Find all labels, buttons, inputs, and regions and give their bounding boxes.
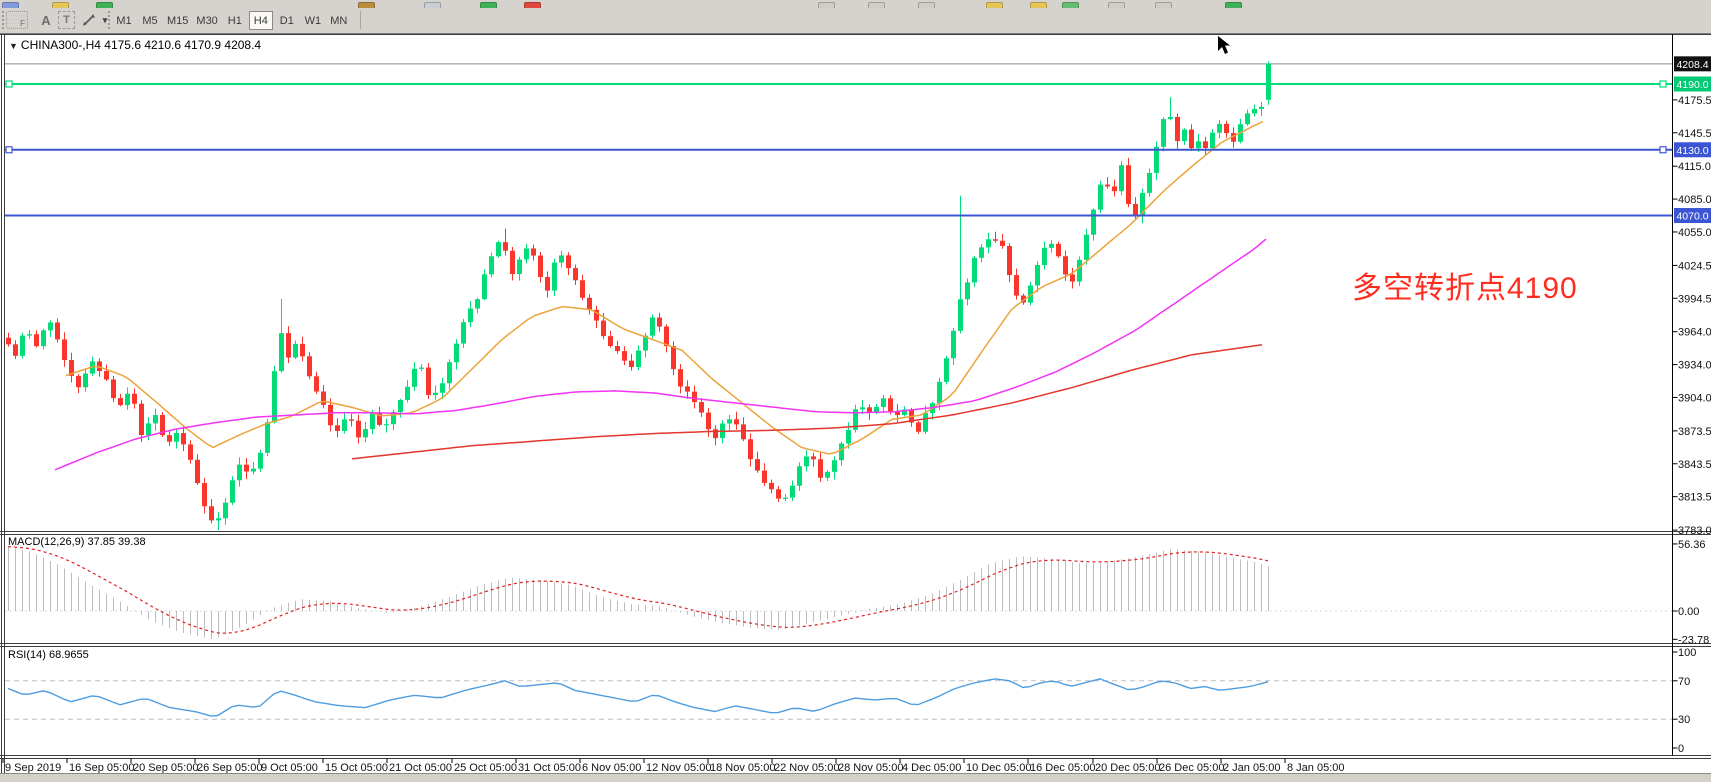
- text-tool-icon[interactable]: T: [58, 11, 75, 29]
- timeframe-button-w1[interactable]: W1: [301, 11, 325, 30]
- price-badge-4190.0: 4190.0: [1674, 77, 1711, 92]
- timeframe-bar: M1M5M15M30H1H4D1W1MN: [112, 11, 351, 30]
- svg-text:4024.5: 4024.5: [1678, 260, 1711, 272]
- timeframe-button-d1[interactable]: D1: [275, 11, 299, 30]
- svg-text:3934.0: 3934.0: [1678, 360, 1711, 372]
- svg-text:56.36: 56.36: [1678, 539, 1706, 551]
- svg-text:30: 30: [1678, 714, 1690, 726]
- timeframe-button-mn[interactable]: MN: [327, 11, 351, 30]
- symbol-ohlc-text: CHINA300-,H4 4175.6 4210.6 4170.9 4208.4: [21, 38, 261, 52]
- svg-text:4070.0: 4070.0: [1676, 211, 1708, 223]
- svg-text:3843.5: 3843.5: [1678, 459, 1711, 471]
- level-handle[interactable]: [1660, 147, 1666, 153]
- toolbar-separator: [360, 11, 361, 29]
- timeframe-button-m5[interactable]: M5: [138, 11, 162, 30]
- svg-text:3873.5: 3873.5: [1678, 426, 1711, 438]
- line-studies-toolbar: F A T ▾ M1M5M15M30H1H4D1W1MN: [0, 8, 1711, 34]
- bottom-scroll-strip[interactable]: [0, 773, 1711, 782]
- svg-text:4145.5: 4145.5: [1678, 128, 1711, 140]
- svg-text:-23.78: -23.78: [1678, 634, 1709, 646]
- svg-text:4115.0: 4115.0: [1678, 161, 1711, 173]
- text-label-tool-icon[interactable]: A: [38, 11, 54, 29]
- symbol-dropdown-icon[interactable]: ▼: [9, 41, 18, 51]
- level-handle[interactable]: [6, 81, 12, 87]
- svg-text:4130.0: 4130.0: [1676, 145, 1708, 157]
- svg-text:3813.5: 3813.5: [1678, 492, 1711, 504]
- svg-text:4085.0: 4085.0: [1678, 194, 1711, 206]
- svg-text:4055.0: 4055.0: [1678, 227, 1711, 239]
- svg-text:4208.4: 4208.4: [1676, 59, 1708, 71]
- svg-text:4190.0: 4190.0: [1676, 79, 1708, 91]
- diagonal-arrows-icon: [81, 12, 97, 28]
- symbol-title[interactable]: ▼CHINA300-,H4 4175.6 4210.6 4170.9 4208.…: [9, 38, 261, 52]
- chart-canvas[interactable]: 4175.5 4145.5 4115.0 4085.0 4055.0 4024.5 3994…: [0, 34, 1711, 782]
- svg-text:0: 0: [1678, 743, 1684, 755]
- price-badge-4130.0: 4130.0: [1674, 142, 1711, 157]
- svg-text:70: 70: [1678, 676, 1690, 688]
- chart-text-annotation[interactable]: 多空转折点4190: [1352, 263, 1578, 307]
- svg-text:3994.5: 3994.5: [1678, 293, 1711, 305]
- fibonacci-tool-icon[interactable]: F: [6, 11, 28, 29]
- timeframe-button-h4[interactable]: H4: [249, 11, 273, 30]
- rsi-indicator-label: RSI(14) 68.9655: [8, 649, 89, 661]
- top-toolbar-strip: [0, 0, 1711, 8]
- timeframe-button-m30[interactable]: M30: [193, 11, 220, 30]
- level-handle[interactable]: [1660, 81, 1666, 87]
- svg-text:3783.0: 3783.0: [1678, 525, 1711, 537]
- level-handle[interactable]: [6, 147, 12, 153]
- arrow-tool-icon[interactable]: [80, 11, 98, 29]
- price-badge-4070.0: 4070.0: [1674, 208, 1711, 223]
- svg-text:100: 100: [1678, 647, 1696, 659]
- timeframe-button-m1[interactable]: M1: [112, 11, 136, 30]
- timeframe-button-m15[interactable]: M15: [164, 11, 191, 30]
- svg-text:3964.0: 3964.0: [1678, 327, 1711, 339]
- svg-text:4175.5: 4175.5: [1678, 95, 1711, 107]
- svg-text:3904.0: 3904.0: [1678, 392, 1711, 404]
- macd-indicator-label: MACD(12,26,9) 37.85 39.38: [8, 536, 146, 548]
- timeframe-button-h1[interactable]: H1: [223, 11, 247, 30]
- svg-text:0.00: 0.00: [1678, 606, 1699, 618]
- price-badge-4208.4: 4208.4: [1674, 56, 1711, 71]
